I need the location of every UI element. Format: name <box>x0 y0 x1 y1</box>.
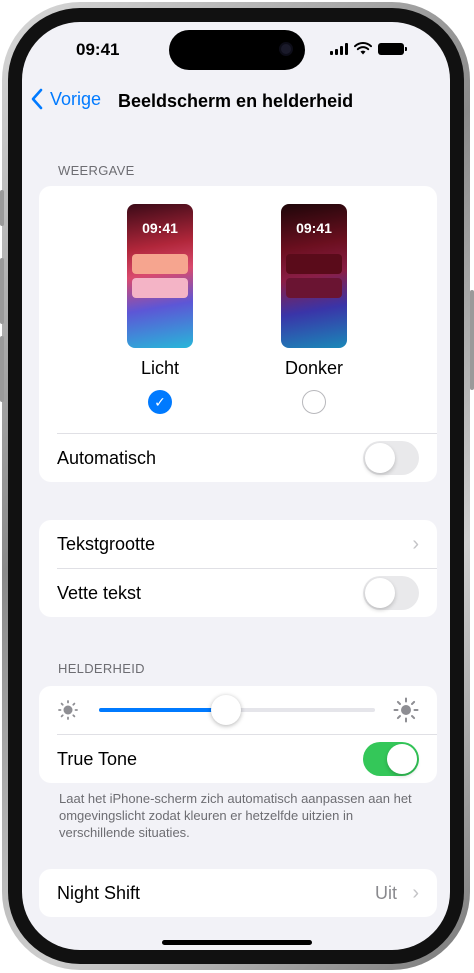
wifi-icon <box>354 42 372 55</box>
dark-preview-widget <box>286 278 342 298</box>
sun-min-icon <box>58 700 78 720</box>
night-shift-group: Night Shift Uit › <box>39 869 437 917</box>
screen: 09:41 Vorige Beeldscherm en helderheid W… <box>22 22 450 950</box>
true-tone-footnote: Laat het iPhone-scherm zich automatisch … <box>59 791 412 840</box>
brightness-slider-fill <box>99 708 226 712</box>
page-title: Beeldscherm en helderheid <box>118 91 354 111</box>
battery-icon <box>378 42 407 55</box>
bold-text-label: Vette tekst <box>57 582 142 603</box>
chevron-right-icon: › <box>412 881 419 904</box>
night-shift-row[interactable]: Night Shift Uit › <box>39 869 437 917</box>
back-label: Vorige <box>50 88 102 109</box>
side-button <box>470 290 474 390</box>
dark-preview-time: 09:41 <box>296 220 332 236</box>
sun-max-icon <box>393 697 419 723</box>
cellular-signal-icon <box>330 42 348 55</box>
iphone-frame: 09:41 Vorige Beeldscherm en helderheid W… <box>0 0 474 973</box>
volume-up-button <box>0 258 4 324</box>
status-icons <box>330 42 407 55</box>
appearance-section-header: WEERGAVE <box>58 163 135 178</box>
dark-mode-radio[interactable] <box>302 390 326 414</box>
chevron-right-icon: › <box>412 532 419 555</box>
back-button[interactable]: Vorige <box>30 88 101 110</box>
night-shift-value: Uit <box>375 882 397 903</box>
automatic-row: Automatisch <box>39 434 437 482</box>
brightness-slider[interactable] <box>99 695 375 725</box>
appearance-group: 09:41 Licht ✓ 09:41 Donker Automatisch <box>39 186 437 482</box>
light-preview-widget <box>132 278 188 298</box>
camera-icon <box>279 42 293 56</box>
brightness-slider-row <box>39 686 437 734</box>
true-tone-label: True Tone <box>57 748 138 769</box>
text-size-label: Tekstgrootte <box>57 533 156 554</box>
dark-mode-preview: 09:41 <box>281 204 347 348</box>
automatic-label: Automatisch <box>57 447 157 468</box>
status-time: 09:41 <box>76 40 120 59</box>
volume-down-button <box>0 336 4 402</box>
light-preview-widget <box>132 254 188 274</box>
automatic-toggle[interactable] <box>363 441 419 475</box>
bold-text-toggle[interactable] <box>363 576 419 610</box>
light-mode-label: Licht <box>140 358 180 378</box>
true-tone-toggle[interactable] <box>363 742 419 776</box>
light-mode-preview: 09:41 <box>127 204 193 348</box>
chevron-left-icon <box>31 88 43 110</box>
light-mode-checkmark-icon[interactable]: ✓ <box>148 390 172 414</box>
text-size-row[interactable]: Tekstgrootte › <box>39 520 437 568</box>
dark-mode-label: Donker <box>284 358 344 378</box>
brightness-slider-thumb[interactable] <box>210 695 241 725</box>
light-preview-time: 09:41 <box>142 220 178 236</box>
dark-preview-widget <box>286 254 342 274</box>
night-shift-label: Night Shift <box>57 882 141 903</box>
brightness-group: True Tone <box>39 686 437 783</box>
text-group: Tekstgrootte › Vette tekst <box>39 520 437 617</box>
true-tone-row: True Tone <box>39 735 437 783</box>
action-button <box>0 190 4 226</box>
bold-text-row: Vette tekst <box>39 569 437 617</box>
home-indicator[interactable] <box>162 940 312 945</box>
brightness-section-header: HELDERHEID <box>58 661 145 676</box>
